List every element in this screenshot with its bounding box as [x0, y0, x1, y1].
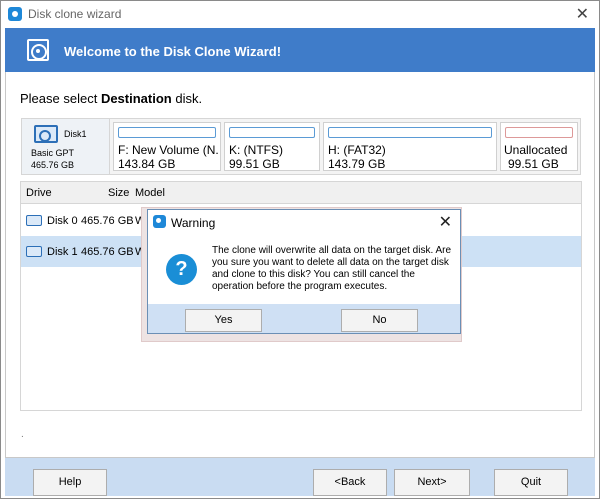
destination-prompt: Please select Destination disk. — [20, 91, 202, 106]
column-header-model[interactable]: Model — [135, 187, 165, 199]
partition-label: F: New Volume (N... — [118, 143, 218, 157]
partition-label: Unallocated — [504, 143, 568, 157]
warning-message: The clone will overwrite all data on the… — [212, 245, 452, 292]
row-size: 465.76 GB — [81, 246, 134, 258]
warning-dialog: Warning ✕ ? The clone will overwrite all… — [147, 209, 461, 334]
partition-size: 99.51 GB — [508, 157, 559, 171]
disk-name: Disk1 — [64, 129, 87, 139]
partition-usage-bar — [118, 127, 216, 138]
disk-clone-icon — [27, 39, 49, 61]
dialog-title-bar: Warning ✕ — [148, 210, 460, 234]
disk-size: 465.76 GB — [31, 160, 75, 170]
dialog-close-icon[interactable]: ✕ — [439, 212, 452, 232]
disk-info: Disk1 Basic GPT 465.76 GB — [22, 119, 110, 174]
prompt-emphasis: Destination — [100, 91, 172, 106]
prompt-suffix: disk. — [171, 91, 203, 106]
footer-marker: . — [21, 429, 24, 440]
partition-label: H: (FAT32) — [328, 143, 386, 157]
title-bar: Disk clone wizard ✕ — [1, 1, 599, 27]
app-icon — [8, 7, 22, 21]
window-close-icon[interactable]: ✕ — [576, 4, 589, 24]
prompt-prefix: Please select — [20, 91, 101, 106]
help-button[interactable]: Help — [33, 469, 107, 496]
partition-h[interactable]: H: (FAT32) 143.79 GB — [323, 122, 497, 171]
no-button[interactable]: No — [341, 309, 418, 332]
wizard-banner: Welcome to the Disk Clone Wizard! — [5, 28, 595, 72]
partition-usage-bar — [229, 127, 315, 138]
partition-label: K: (NTFS) — [229, 143, 283, 157]
next-button[interactable]: Next> — [394, 469, 470, 496]
partition-size: 99.51 GB — [229, 157, 280, 171]
partition-f[interactable]: F: New Volume (N... 143.84 GB — [113, 122, 221, 171]
quit-button[interactable]: Quit — [494, 469, 568, 496]
partition-usage-bar — [505, 127, 573, 138]
disk-icon — [26, 246, 42, 257]
column-header-drive[interactable]: Drive — [26, 187, 52, 199]
banner-heading: Welcome to the Disk Clone Wizard! — [64, 44, 282, 59]
disk-type: Basic GPT — [31, 148, 75, 158]
hard-disk-icon — [34, 125, 58, 143]
app-icon — [153, 215, 166, 228]
disk-map: Disk1 Basic GPT 465.76 GB F: New Volume … — [21, 118, 581, 175]
table-header: Drive Size Model — [21, 182, 581, 204]
partition-unallocated[interactable]: Unallocated 99.51 GB — [500, 122, 578, 171]
partition-k[interactable]: K: (NTFS) 99.51 GB — [224, 122, 320, 171]
yes-button[interactable]: Yes — [185, 309, 262, 332]
row-size: 465.76 GB — [81, 215, 134, 227]
window-title: Disk clone wizard — [28, 7, 122, 21]
disk-clone-window: Disk clone wizard ✕ Welcome to the Disk … — [0, 0, 600, 499]
row-drive: Disk 0 — [47, 215, 78, 227]
partition-size: 143.84 GB — [118, 157, 176, 171]
back-button[interactable]: <Back — [313, 469, 387, 496]
column-header-size[interactable]: Size — [108, 187, 129, 199]
question-icon: ? — [166, 254, 197, 285]
disk-icon — [26, 215, 42, 226]
row-drive: Disk 1 — [47, 246, 78, 258]
dialog-title: Warning — [171, 216, 216, 230]
partition-usage-bar — [328, 127, 492, 138]
partition-size: 143.79 GB — [328, 157, 386, 171]
